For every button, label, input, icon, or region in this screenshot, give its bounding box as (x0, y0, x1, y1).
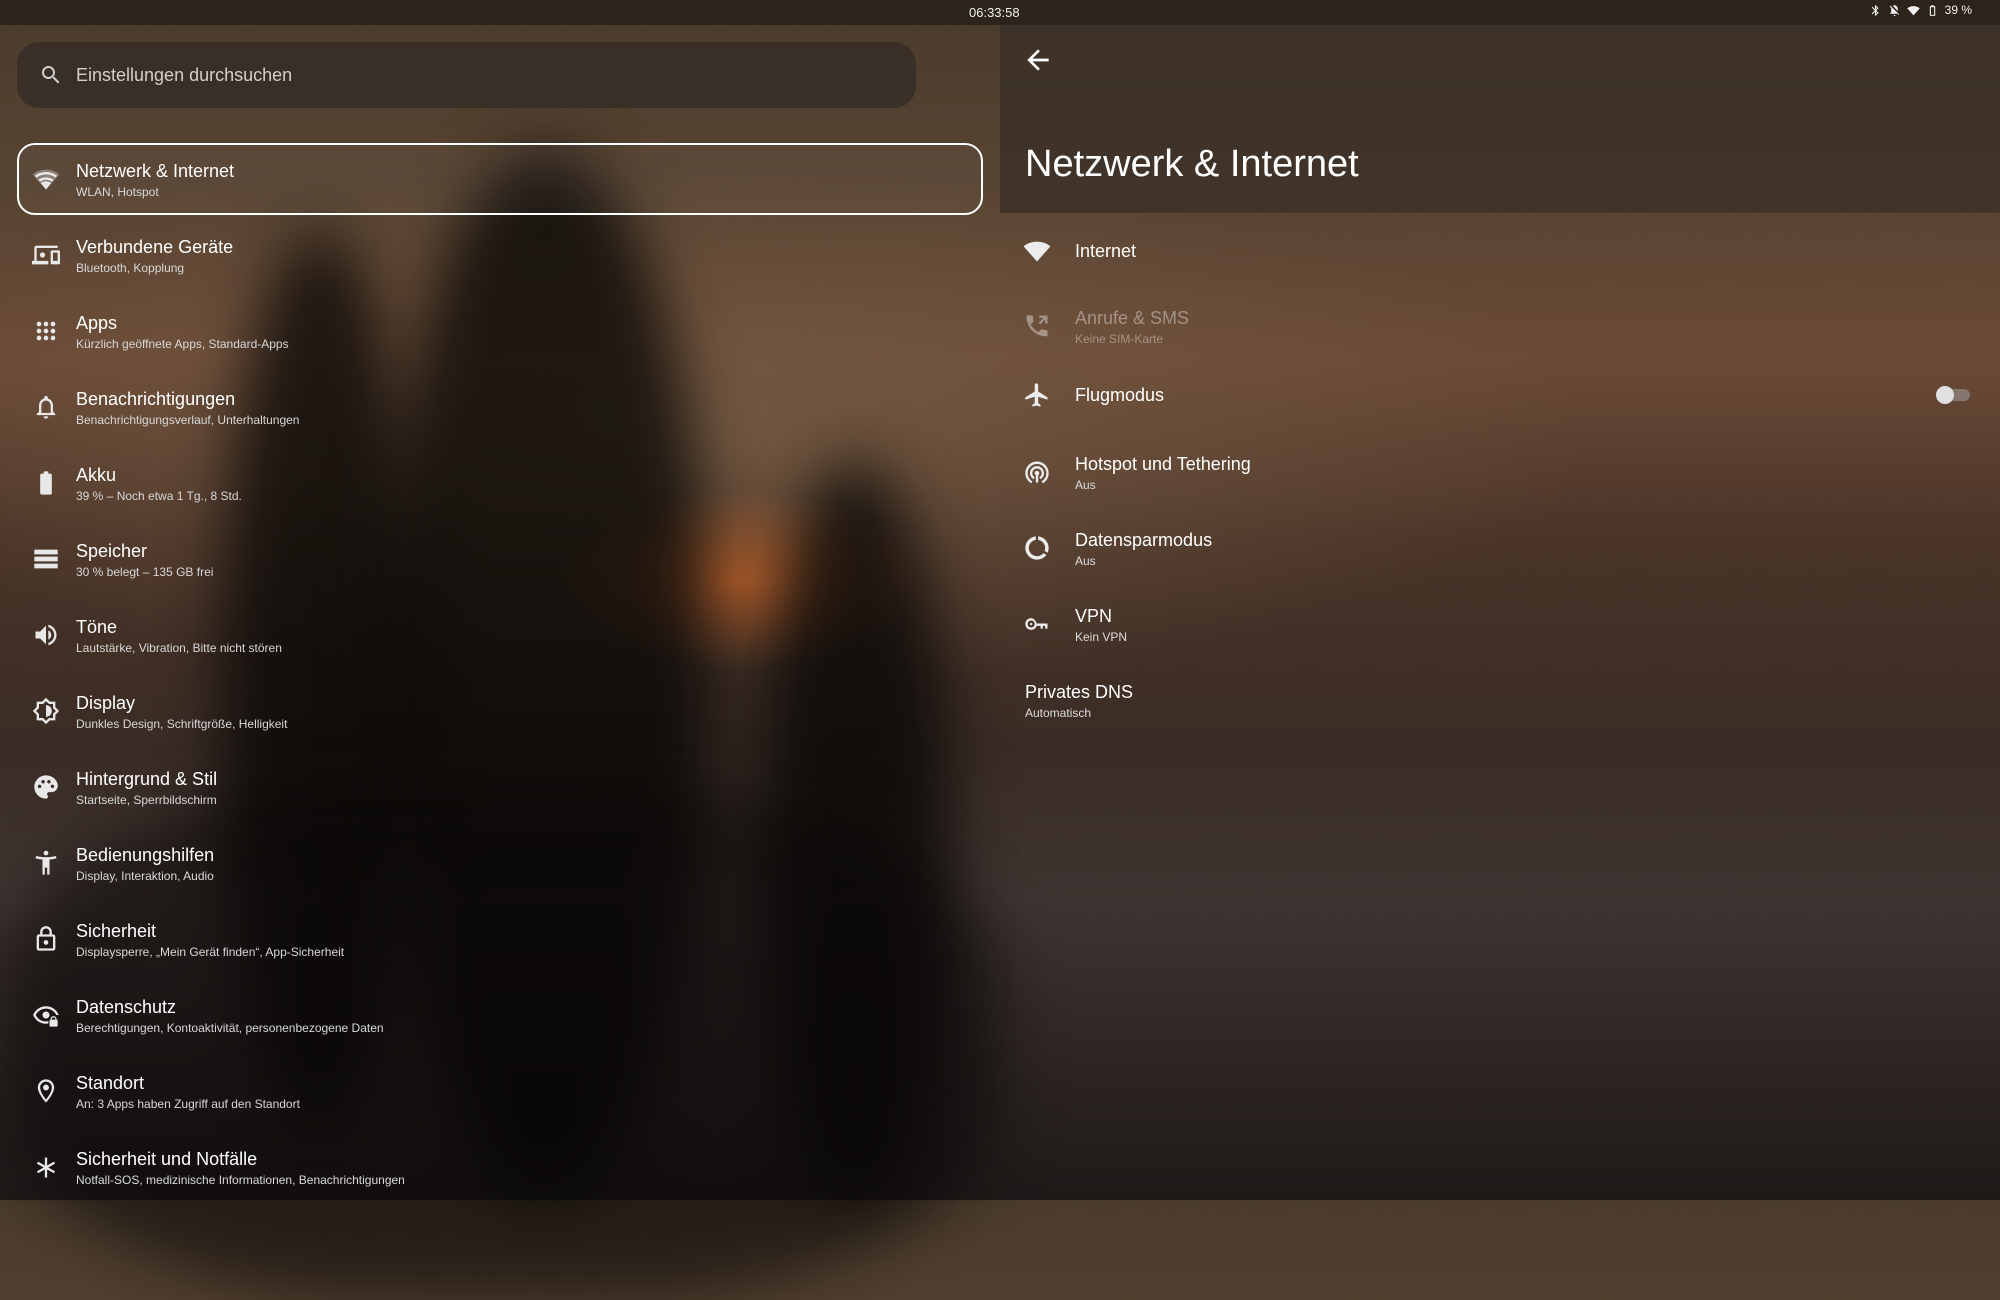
back-button[interactable] (1022, 44, 1054, 76)
sidebar-item-title: Speicher (76, 541, 148, 561)
detail-item-title: Privates DNS (1025, 682, 1134, 702)
bluetooth-icon (1871, 4, 1879, 16)
sidebar-item-title: Datenschutz (76, 997, 177, 1017)
sidebar-item-title: Benachrichtigungen (76, 389, 236, 409)
search-placeholder: Einstellungen durchsuchen (76, 65, 293, 85)
battery-status-icon (1929, 4, 1935, 16)
detail-item-private-dns[interactable]: Privates DNS Automatisch (1000, 666, 2000, 734)
sidebar-item-subtitle: Display, Interaktion, Audio (76, 869, 214, 883)
sidebar-item-title: Sicherheit (76, 921, 157, 941)
sidebar-item-privacy[interactable]: Datenschutz Berechtigungen, Kontoaktivit… (17, 979, 983, 1051)
sidebar-item-title: Sicherheit und Notfälle (76, 1149, 258, 1169)
detail-item-subtitle: Automatisch (1025, 706, 1092, 720)
sidebar-item-network[interactable]: Netzwerk & Internet WLAN, Hotspot (17, 143, 983, 215)
sidebar-item-notifications[interactable]: Benachrichtigungen Benachrichtigungsverl… (17, 371, 983, 443)
storage-icon (32, 545, 60, 573)
sidebar-item-safety-emergency[interactable]: Sicherheit und Notfälle Notfall-SOS, med… (17, 1131, 983, 1203)
detail-item-subtitle: Aus (1075, 478, 1096, 492)
status-clock: 06:33:58 (969, 5, 1020, 20)
sidebar-item-subtitle: Benachrichtigungsverlauf, Unterhaltungen (76, 413, 300, 427)
wifi-status-icon (1906, 5, 1920, 15)
wifi-icon (1023, 237, 1051, 265)
sidebar-item-battery[interactable]: Akku 39 % – Noch etwa 1 Tg., 8 Std. (17, 447, 983, 519)
brightness-icon (32, 697, 60, 725)
privacy-eye-icon (32, 1001, 60, 1029)
sidebar-item-subtitle: Bluetooth, Kopplung (76, 261, 185, 275)
status-icons: 39 % (1869, 3, 1972, 17)
detail-item-subtitle: Kein VPN (1075, 630, 1128, 644)
detail-item-internet[interactable]: Internet (1000, 217, 2000, 285)
detail-item-vpn[interactable]: VPN Kein VPN (1000, 590, 2000, 658)
detail-item-title: VPN (1075, 606, 1113, 626)
detail-item-airplane-mode[interactable]: Flugmodus (1000, 361, 2000, 429)
sidebar-item-location[interactable]: Standort An: 3 Apps haben Zugriff auf de… (17, 1055, 983, 1127)
detail-item-subtitle: Aus (1075, 554, 1096, 568)
detail-item-title: Flugmodus (1075, 385, 1165, 405)
sidebar-item-security[interactable]: Sicherheit Displaysperre, „Mein Gerät fi… (17, 903, 983, 975)
toggle-thumb (1936, 386, 1954, 404)
wifi-icon (32, 165, 60, 193)
vpn-key-icon (1023, 610, 1051, 638)
status-bar: 06:33:58 39 % (0, 0, 2000, 25)
page-title: Netzwerk & Internet (1025, 143, 1359, 185)
volume-icon (32, 621, 60, 649)
sidebar-item-connected-devices[interactable]: Verbundene Geräte Bluetooth, Kopplung (17, 219, 983, 291)
sidebar-item-accessibility[interactable]: Bedienungshilfen Display, Interaktion, A… (17, 827, 983, 899)
sidebar-item-sound[interactable]: Töne Lautstärke, Vibration, Bitte nicht … (17, 599, 983, 671)
sidebar-item-title: Verbundene Geräte (76, 237, 234, 257)
detail-item-title: Internet (1075, 241, 1137, 261)
detail-item-title: Hotspot und Tethering (1075, 454, 1251, 474)
battery-icon (32, 469, 60, 497)
sidebar-item-subtitle: Berechtigungen, Kontoaktivität, personen… (76, 1021, 384, 1035)
sidebar-item-title: Akku (76, 465, 117, 485)
airplane-icon (1023, 381, 1051, 409)
detail-item-data-saver[interactable]: Datensparmodus Aus (1000, 514, 2000, 582)
sidebar-item-subtitle: Startseite, Sperrbildschirm (76, 793, 217, 807)
location-pin-icon (32, 1077, 60, 1105)
phone-forward-icon (1023, 312, 1051, 340)
detail-item-title: Anrufe & SMS (1075, 308, 1190, 328)
sidebar-item-subtitle: Displaysperre, „Mein Gerät finden“, App-… (76, 945, 345, 959)
sidebar-item-title: Netzwerk & Internet (76, 161, 235, 181)
hotspot-icon (1023, 458, 1051, 486)
sidebar-item-apps[interactable]: Apps Kürzlich geöffnete Apps, Standard-A… (17, 295, 983, 367)
sidebar-item-subtitle: Notfall-SOS, medizinische Informationen,… (76, 1173, 405, 1187)
battery-percent: 39 % (1944, 3, 1972, 17)
data-saver-icon (1023, 534, 1051, 562)
detail-item-title: Datensparmodus (1075, 530, 1213, 550)
sidebar-item-subtitle: 39 % – Noch etwa 1 Tg., 8 Std. (76, 489, 242, 503)
devices-icon (32, 241, 60, 269)
airplane-mode-toggle[interactable] (1936, 386, 1972, 404)
apps-grid-icon (32, 317, 60, 345)
sidebar-item-subtitle: Dunkles Design, Schriftgröße, Helligkeit (76, 717, 288, 731)
sidebar-item-title: Display (76, 693, 136, 713)
palette-icon (32, 773, 60, 801)
detail-item-calls-sms[interactable]: Anrufe & SMS Keine SIM-Karte (1000, 292, 2000, 360)
sidebar-item-display[interactable]: Display Dunkles Design, Schriftgröße, He… (17, 675, 983, 747)
asterisk-icon (32, 1153, 60, 1181)
search-icon (39, 63, 63, 87)
sidebar-item-subtitle: 30 % belegt – 135 GB frei (76, 565, 214, 579)
accessibility-icon (32, 849, 60, 877)
search-bar[interactable]: Einstellungen durchsuchen (17, 42, 916, 108)
back-arrow-icon (1027, 49, 1049, 71)
bell-off-icon (1889, 4, 1900, 16)
sidebar-item-title: Töne (76, 617, 118, 637)
bell-icon (32, 393, 60, 421)
sidebar-item-wallpaper-style[interactable]: Hintergrund & Stil Startseite, Sperrbild… (17, 751, 983, 823)
sidebar-item-subtitle: WLAN, Hotspot (76, 185, 159, 199)
sidebar-item-title: Bedienungshilfen (76, 845, 215, 865)
detail-item-subtitle: Keine SIM-Karte (1075, 332, 1164, 346)
sidebar-item-subtitle: Kürzlich geöffnete Apps, Standard-Apps (76, 337, 289, 351)
sidebar-item-storage[interactable]: Speicher 30 % belegt – 135 GB frei (17, 523, 983, 595)
sidebar-item-title: Apps (76, 313, 118, 333)
sidebar-item-title: Hintergrund & Stil (76, 769, 218, 789)
sidebar-item-title: Standort (76, 1073, 145, 1093)
sidebar-item-subtitle: Lautstärke, Vibration, Bitte nicht störe… (76, 641, 282, 655)
sidebar-item-subtitle: An: 3 Apps haben Zugriff auf den Standor… (76, 1097, 300, 1111)
detail-item-hotspot[interactable]: Hotspot und Tethering Aus (1000, 438, 2000, 506)
lock-icon (32, 925, 60, 953)
